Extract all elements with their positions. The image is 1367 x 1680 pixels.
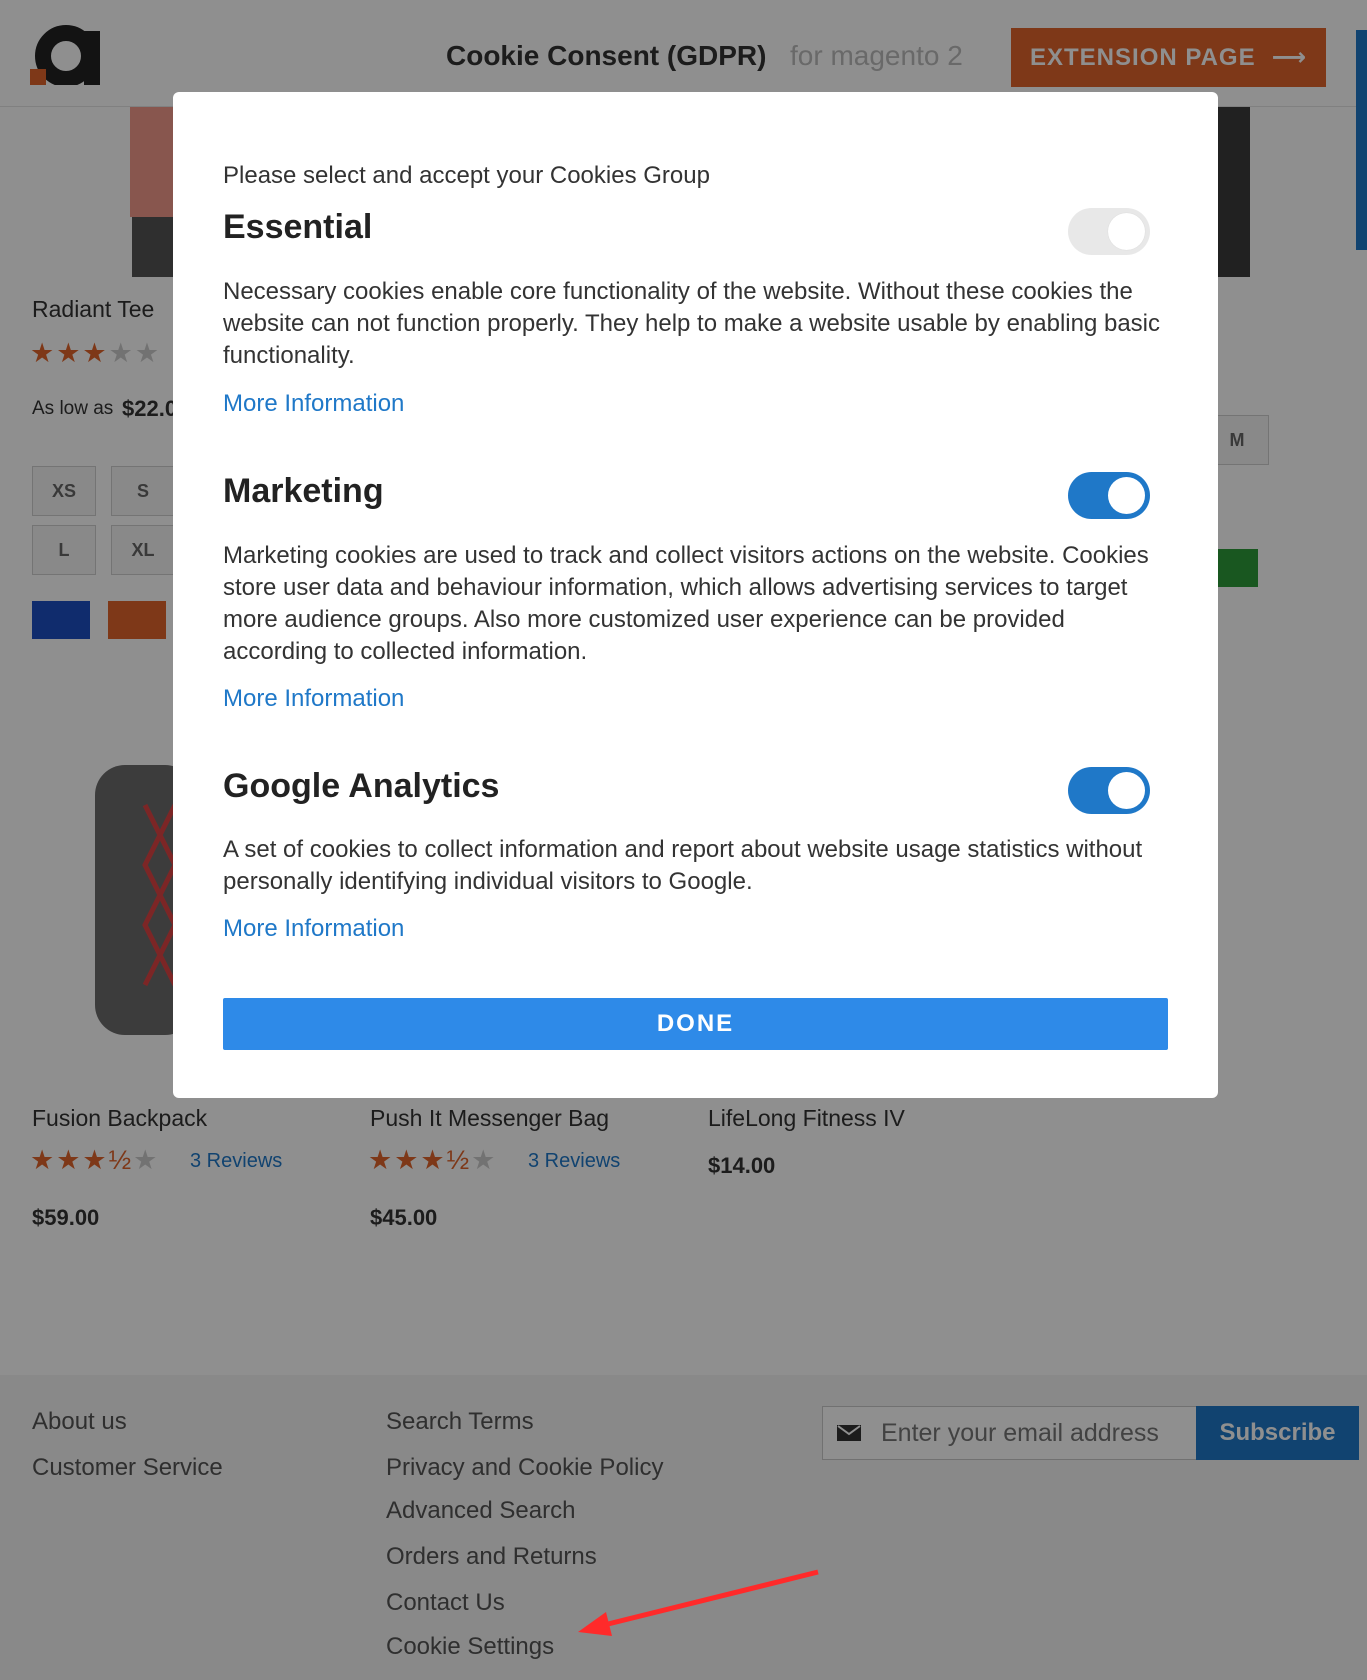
done-button[interactable]: DONE (223, 998, 1168, 1050)
cookie-consent-modal: Please select and accept your Cookies Gr… (173, 92, 1218, 1098)
toggle-knob (1108, 772, 1145, 809)
toggle-knob (1108, 213, 1145, 250)
toggle-knob (1108, 477, 1145, 514)
group-description-marketing: Marketing cookies are used to track and … (223, 542, 1149, 665)
modal-intro-text: Please select and accept your Cookies Gr… (223, 162, 710, 189)
group-title-marketing: Marketing (223, 472, 384, 510)
toggle-essential[interactable] (1068, 208, 1150, 255)
group-title-essential: Essential (223, 208, 373, 246)
more-info-link-marketing[interactable]: More Information (223, 685, 404, 713)
more-info-link-google-analytics[interactable]: More Information (223, 915, 404, 943)
toggle-marketing[interactable] (1068, 472, 1150, 519)
group-title-google-analytics: Google Analytics (223, 767, 500, 805)
toggle-google-analytics[interactable] (1068, 767, 1150, 814)
group-description-essential: Necessary cookies enable core functional… (223, 278, 1161, 369)
group-description-google-analytics: A set of cookies to collect information … (223, 836, 1143, 895)
more-info-link-essential[interactable]: More Information (223, 390, 404, 418)
